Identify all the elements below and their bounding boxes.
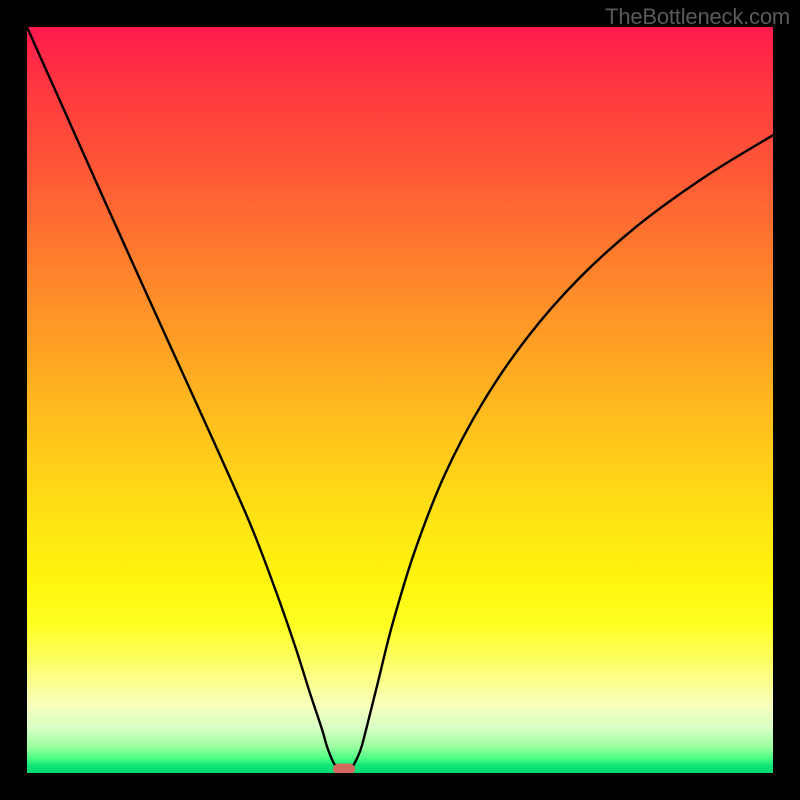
watermark-text: TheBottleneck.com [605, 4, 790, 30]
optimal-point-marker [333, 764, 355, 773]
chart-frame: TheBottleneck.com [0, 0, 800, 800]
plot-area [27, 27, 773, 773]
bottleneck-curve [27, 27, 773, 773]
